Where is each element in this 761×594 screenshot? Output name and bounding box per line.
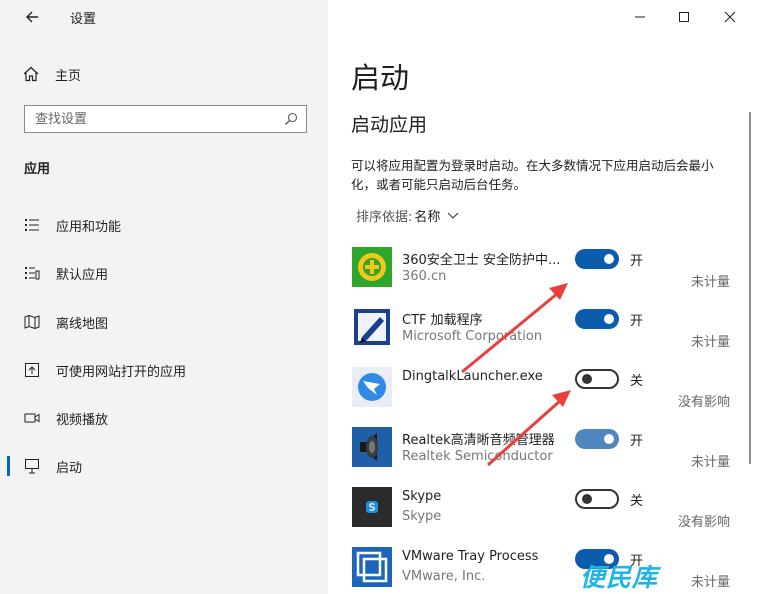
search-icon[interactable] (284, 112, 298, 126)
selected-indicator (7, 456, 10, 476)
app-publisher: Microsoft Corporation (402, 329, 543, 344)
app-publisher: Realtek Semiconductor (402, 449, 553, 464)
startup-impact: 未计量 (690, 335, 730, 350)
maximize-icon (679, 12, 689, 22)
sort-value: 名称 (414, 210, 441, 225)
sidebar-item-label: 可使用网站打开的应用 (56, 364, 187, 380)
dingtalk-icon (352, 367, 392, 407)
sidebar-item-label: 默认应用 (56, 267, 109, 283)
startup-toggle[interactable] (575, 249, 619, 269)
video-icon (24, 413, 40, 423)
page-title: 启动 (351, 61, 410, 95)
toggle-state: 开 (630, 434, 644, 449)
app-publisher: 360.cn (402, 269, 447, 284)
startup-impact: 未计量 (690, 275, 730, 290)
app-publisher: Skype (402, 509, 442, 524)
default-apps-icon (25, 267, 40, 280)
360-shield-icon (352, 247, 392, 287)
app-name: Realtek高清晰音频管理器 (402, 433, 555, 448)
minimize-icon (635, 16, 645, 18)
maximize-button[interactable] (668, 6, 700, 28)
toggle-knob (582, 374, 592, 384)
toggle-knob (604, 434, 614, 444)
sidebar-item-video-playback[interactable]: 视频播放 (0, 401, 328, 435)
sidebar: 设置 主页 应用 应用和功能 (0, 0, 328, 594)
description: 可以将应用配置为登录时启动。在大多数情况下应用启动后会最小化，或者可能只启动后台… (351, 158, 714, 192)
toggle-knob (604, 314, 614, 324)
nav-home[interactable]: 主页 (22, 62, 81, 86)
close-icon (724, 11, 736, 23)
sidebar-item-label: 应用和功能 (56, 219, 122, 235)
open-in-web-icon (25, 363, 39, 377)
minimize-button[interactable] (624, 6, 656, 28)
startup-app-row: DingtalkLauncher.exe 关 没有影响 (328, 367, 748, 427)
app-name: Skype (402, 489, 442, 504)
scrollbar[interactable] (749, 112, 751, 464)
ctf-pen-icon (352, 307, 392, 347)
list-icon (25, 219, 39, 231)
toggle-knob (582, 494, 592, 504)
toggle-state: 关 (630, 374, 644, 389)
toggle-state: 开 (630, 314, 644, 329)
settings-window: 设置 主页 应用 应用和功能 (0, 0, 761, 594)
startup-app-row: Realtek高清晰音频管理器 Realtek Semiconductor 开 … (328, 427, 748, 487)
sidebar-item-offline-maps[interactable]: 离线地图 (0, 305, 328, 339)
skype-icon (352, 487, 392, 527)
startup-app-row: CTF 加载程序 Microsoft Corporation 开 未计量 (328, 307, 748, 367)
startup-impact: 没有影响 (677, 395, 730, 410)
sidebar-item-label: 启动 (56, 460, 83, 476)
startup-app-row: Skype Skype 关 没有影响 (328, 487, 748, 547)
map-icon (24, 314, 40, 330)
sidebar-item-apps-features[interactable]: 应用和功能 (0, 208, 328, 242)
startup-toggle[interactable] (575, 309, 619, 329)
sidebar-item-default-apps[interactable]: 默认应用 (0, 256, 328, 290)
sidebar-item-apps-for-websites[interactable]: 可使用网站打开的应用 (0, 353, 328, 387)
startup-app-row: 360安全卫士 安全防护中... 360.cn 开 未计量 (328, 247, 748, 307)
startup-impact: 未计量 (690, 575, 730, 590)
watermark: 便民库 (580, 563, 659, 592)
search-input[interactable] (35, 110, 275, 128)
startup-toggle[interactable] (575, 369, 619, 389)
app-name: CTF 加载程序 (402, 313, 483, 328)
startup-app-row: VMware Tray Process VMware, Inc. 开 未计量 (328, 547, 748, 594)
startup-toggle[interactable] (575, 489, 619, 509)
sidebar-item-label: 视频播放 (56, 412, 109, 428)
vmware-icon (352, 547, 392, 587)
startup-impact: 未计量 (690, 455, 730, 470)
sort-label: 排序依据: (356, 210, 413, 225)
toggle-state: 开 (630, 254, 644, 269)
back-button[interactable] (20, 6, 46, 28)
app-name: DingtalkLauncher.exe (402, 369, 543, 384)
sidebar-item-label: 离线地图 (56, 316, 109, 332)
startup-toggle[interactable] (575, 429, 619, 449)
home-icon (23, 66, 39, 82)
search-box (24, 105, 307, 133)
toggle-state: 关 (630, 494, 644, 509)
startup-impact: 没有影响 (677, 515, 730, 530)
main-panel: 启动 启动应用 可以将应用配置为登录时启动。在大多数情况下应用启动后会最小化，或… (328, 0, 761, 594)
section-title: 应用 (24, 162, 51, 177)
app-name: VMware Tray Process (402, 549, 539, 564)
chevron-down-icon (448, 212, 459, 219)
app-name: 360安全卫士 安全防护中... (402, 253, 561, 268)
section-subtitle: 启动应用 (351, 114, 428, 136)
close-button[interactable] (714, 6, 746, 28)
window-title: 设置 (70, 12, 97, 27)
back-arrow-icon (26, 11, 38, 23)
speaker-icon (352, 427, 392, 467)
app-publisher: VMware, Inc. (402, 569, 486, 584)
sidebar-item-startup[interactable]: 启动 (0, 449, 328, 483)
sort-dropdown[interactable]: 排序依据: 名称 (356, 206, 459, 225)
home-label: 主页 (55, 68, 82, 84)
toggle-knob (604, 254, 614, 264)
startup-icon (25, 459, 39, 474)
